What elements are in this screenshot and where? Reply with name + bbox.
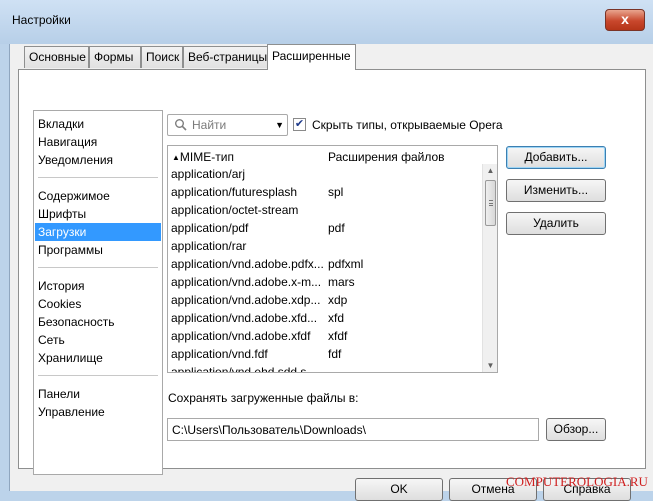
sidebar-item[interactable]: Шрифты bbox=[35, 205, 161, 223]
sidebar-item[interactable]: Сеть bbox=[35, 331, 161, 349]
tab-web-pages[interactable]: Веб-страницы bbox=[183, 46, 269, 68]
mime-type-cell: application/vnd.adobe.x-m... bbox=[171, 275, 322, 289]
sidebar-item[interactable]: Управление bbox=[35, 403, 161, 421]
hide-types-checkbox[interactable]: ✔ bbox=[293, 118, 306, 131]
close-icon: x bbox=[621, 11, 629, 27]
title-bar: Настройки x bbox=[0, 0, 653, 44]
ok-button[interactable]: OK bbox=[355, 478, 443, 501]
table-row[interactable]: application/vnd.ehd.sdd.s... bbox=[171, 365, 481, 373]
sidebar-item[interactable]: Содержимое bbox=[35, 187, 161, 205]
mime-type-cell: application/vnd.adobe.pdfx... bbox=[171, 257, 324, 271]
add-button[interactable]: Добавить... bbox=[506, 146, 606, 169]
sidebar-item[interactable]: Загрузки bbox=[35, 223, 161, 241]
tab-forms[interactable]: Формы bbox=[89, 46, 141, 68]
search-field[interactable]: ▼ bbox=[167, 114, 288, 136]
chevron-down-icon[interactable]: ▼ bbox=[275, 120, 284, 130]
mime-type-cell: application/rar bbox=[171, 239, 247, 253]
table-row[interactable]: application/vnd.adobe.xdp... xdp bbox=[171, 293, 481, 311]
sidebar-item[interactable]: Cookies bbox=[35, 295, 161, 313]
watermark: COMPUTEROLOGIA.RU bbox=[506, 474, 648, 489]
extension-cell: pdfxml bbox=[328, 257, 364, 271]
mime-type-cell: application/vnd.adobe.xdp... bbox=[171, 293, 321, 307]
search-input[interactable] bbox=[190, 117, 270, 133]
edit-button[interactable]: Изменить... bbox=[506, 179, 606, 202]
mime-type-cell: application/octet-stream bbox=[171, 203, 299, 217]
search-icon bbox=[175, 119, 187, 131]
mime-table: ▲MIME-тип Расширения файлов application/… bbox=[167, 145, 498, 373]
column-header-mime-type-label: MIME-тип bbox=[179, 150, 234, 164]
advanced-panel: Вкладки Навигация Уведомления Содержимое Шри… bbox=[18, 69, 646, 475]
extension-cell: pdf bbox=[328, 221, 345, 235]
table-row[interactable]: application/vnd.adobe.x-m... mars bbox=[171, 275, 481, 293]
grip-icon bbox=[489, 200, 493, 206]
extension-cell: mars bbox=[328, 275, 355, 289]
save-location-label: Сохранять загруженные файлы в: bbox=[168, 391, 359, 405]
table-row[interactable]: application/vnd.fdf fdf bbox=[171, 347, 481, 365]
table-row[interactable]: application/futuresplash spl bbox=[171, 185, 481, 203]
extension-cell: xfd bbox=[328, 311, 345, 325]
extension-cell: xfdf bbox=[328, 329, 348, 343]
extension-cell: xdp bbox=[328, 293, 348, 307]
download-path-field[interactable]: C:\Users\Пользователь\Downloads\ bbox=[167, 418, 539, 441]
sidebar-item[interactable]: Панели bbox=[35, 385, 161, 403]
column-header-extensions[interactable]: Расширения файлов bbox=[328, 150, 445, 164]
scroll-up-arrow-icon[interactable]: ▲ bbox=[483, 164, 497, 178]
mime-type-cell: application/futuresplash bbox=[171, 185, 298, 199]
table-row[interactable]: application/rar bbox=[171, 239, 481, 257]
table-row[interactable]: application/pdf pdf bbox=[171, 221, 481, 239]
scroll-down-arrow-icon[interactable]: ▼ bbox=[483, 359, 497, 372]
mime-type-cell: application/vnd.adobe.xfdf bbox=[171, 329, 311, 343]
sidebar-item[interactable]: История bbox=[35, 277, 161, 295]
settings-nav-list: Вкладки Навигация Уведомления Содержимое Шри… bbox=[33, 110, 163, 475]
nav-separator bbox=[38, 267, 158, 268]
vertical-scrollbar[interactable]: ▲ ▼ bbox=[482, 164, 497, 372]
mime-type-cell: application/arj bbox=[171, 167, 246, 181]
scroll-thumb[interactable] bbox=[485, 180, 496, 226]
tab-search[interactable]: Поиск bbox=[141, 46, 183, 68]
nav-separator bbox=[38, 177, 158, 178]
sidebar-item[interactable]: Хранилище bbox=[35, 349, 161, 367]
sidebar-item[interactable]: Вкладки bbox=[35, 115, 161, 133]
settings-dialog: Основные Формы Поиск Веб-страницы Расшир… bbox=[9, 44, 653, 501]
close-button[interactable]: x bbox=[605, 9, 645, 31]
nav-separator bbox=[38, 375, 158, 376]
tab-advanced[interactable]: Расширенные bbox=[267, 44, 356, 70]
table-row[interactable]: application/vnd.adobe.pdfx... pdfxml bbox=[171, 257, 481, 275]
mime-type-cell: application/pdf bbox=[171, 221, 249, 235]
column-header-mime-type[interactable]: ▲MIME-тип bbox=[172, 150, 234, 164]
window-title: Настройки bbox=[12, 13, 71, 27]
browse-button[interactable]: Обзор... bbox=[546, 418, 606, 441]
mime-type-cell: application/vnd.ehd.sdd.s bbox=[171, 365, 307, 373]
mime-type-cell: application/vnd.adobe.xfd... bbox=[171, 311, 318, 325]
sidebar-item[interactable]: Программы bbox=[35, 241, 161, 259]
extension-cell: spl bbox=[328, 185, 344, 199]
table-row[interactable]: application/arj bbox=[171, 167, 481, 185]
table-row[interactable]: application/octet-stream bbox=[171, 203, 481, 221]
sidebar-item[interactable]: Безопасность bbox=[35, 313, 161, 331]
delete-button[interactable]: Удалить bbox=[506, 212, 606, 235]
hide-types-label: Скрыть типы, открываемые Opera bbox=[312, 118, 503, 132]
sidebar-item[interactable]: Уведомления bbox=[35, 151, 161, 169]
tab-general[interactable]: Основные bbox=[24, 46, 89, 68]
extension-cell: ... bbox=[328, 365, 339, 373]
sidebar-item[interactable]: Навигация bbox=[35, 133, 161, 151]
sort-ascending-icon: ▲ bbox=[172, 153, 180, 162]
table-row[interactable]: application/vnd.adobe.xfd... xfd bbox=[171, 311, 481, 329]
table-row[interactable]: application/vnd.adobe.xfdf xfdf bbox=[171, 329, 481, 347]
extension-cell: fdf bbox=[328, 347, 342, 361]
mime-type-cell: application/vnd.fdf bbox=[171, 347, 268, 361]
